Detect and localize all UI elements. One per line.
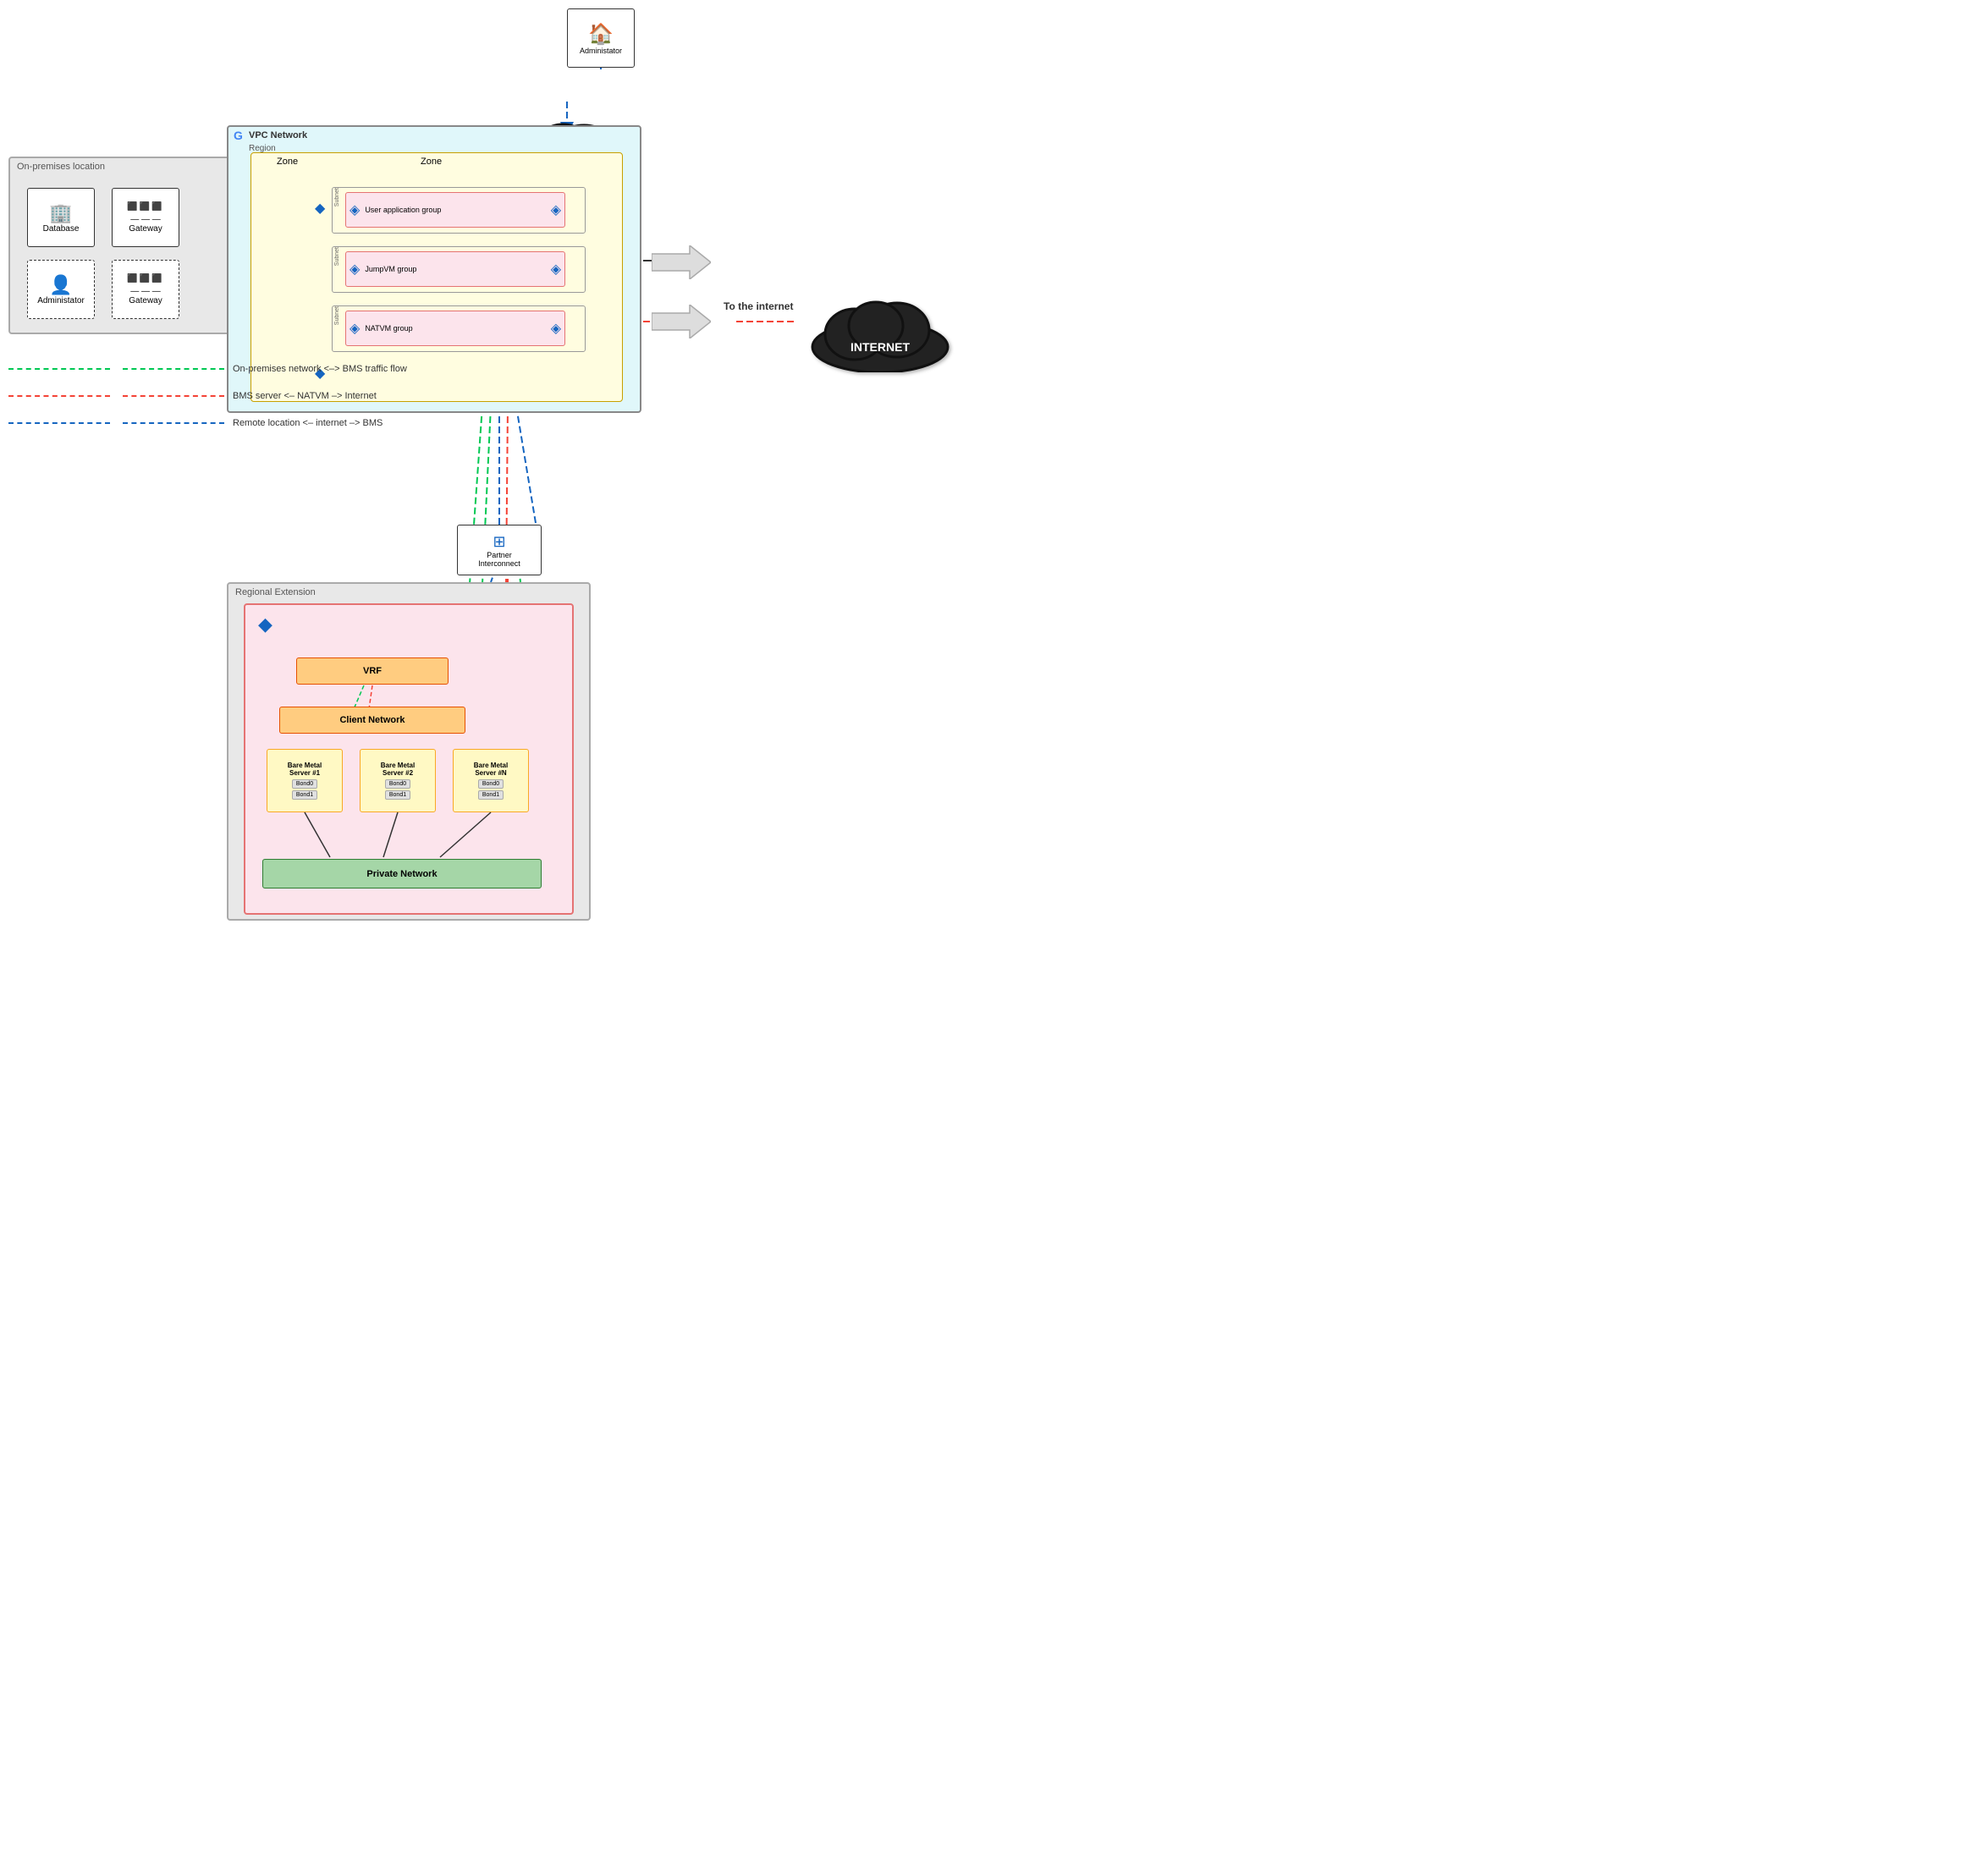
legend-line-blue xyxy=(8,422,110,424)
subnet-jumpvm: Subnet ◈ JumpVM group ◈ xyxy=(332,246,586,293)
legend-text-2: BMS server <– NATVM –> Internet xyxy=(233,391,377,401)
inner-pink-box: ◆ VRF Client Network Bare MetalServer #1… xyxy=(244,603,574,915)
gcp-logo: ◆ xyxy=(258,613,272,635)
legend-item-2: BMS server <– NATVM –> Internet xyxy=(8,391,407,401)
administrator-onprem: 👤 Administator xyxy=(27,260,95,319)
legend-section: On-premises network <–> BMS traffic flow… xyxy=(8,364,407,445)
zone-label-2: Zone xyxy=(421,157,442,167)
bms-server-n: Bare MetalServer #N Bond0 Bond1 xyxy=(453,749,529,812)
gateway1-component: ⬛⬛⬛ — — — Gateway xyxy=(112,188,179,247)
administrator-top: 🏠 Administator xyxy=(567,8,635,68)
legend-line-red-2 xyxy=(123,395,224,397)
legend-line-green xyxy=(8,368,110,370)
zone-label-1: Zone xyxy=(277,157,298,167)
user-app-group: ◈ User application group ◈ xyxy=(345,192,565,228)
jumpvm-group: ◈ JumpVM group ◈ xyxy=(345,251,565,287)
legend-text-1: On-premises network <–> BMS traffic flow xyxy=(233,364,407,374)
arrow-right-2 xyxy=(652,305,711,343)
legend-item-3: Remote location <– internet –> BMS xyxy=(8,418,407,428)
internet-cloud-right: INTERNET xyxy=(804,288,956,377)
legend-text-3: Remote location <– internet –> BMS xyxy=(233,418,383,428)
legend-line-blue-2 xyxy=(123,422,224,424)
partner-interconnect: ⊞ PartnerInterconnect xyxy=(457,525,542,575)
diagram-container: 🏠 Administator INTERNET On-premises loca… xyxy=(0,0,982,938)
arrow-right-1 xyxy=(652,245,711,283)
bms-server-1: Bare MetalServer #1 Bond0 Bond1 xyxy=(267,749,343,812)
legend-line-red xyxy=(8,395,110,397)
to-internet-label: To the internet xyxy=(724,300,793,312)
subnet-natvm: Subnet ◈ NATVM group ◈ xyxy=(332,305,586,352)
database-component: 🏢 Database xyxy=(27,188,95,247)
gateway2-component: ⬛⬛⬛ — — — Gateway xyxy=(112,260,179,319)
bms-server-2: Bare MetalServer #2 Bond0 Bond1 xyxy=(360,749,436,812)
svg-text:INTERNET: INTERNET xyxy=(850,340,910,354)
client-network-box: Client Network xyxy=(279,707,465,734)
legend-line-green-2 xyxy=(123,368,224,370)
private-network-box: Private Network xyxy=(262,859,542,888)
legend-item-1: On-premises network <–> BMS traffic flow xyxy=(8,364,407,374)
on-premises-box: On-premises location 🏢 Database ⬛⬛⬛ — — … xyxy=(8,157,245,334)
vrf-box: VRF xyxy=(296,657,449,685)
natvm-group: ◈ NATVM group ◈ xyxy=(345,311,565,346)
entry-node-1: ◆ xyxy=(315,200,325,217)
on-premises-label: On-premises location xyxy=(17,162,105,172)
subnet-user-app: Subnet ◈ User application group ◈ xyxy=(332,187,586,234)
